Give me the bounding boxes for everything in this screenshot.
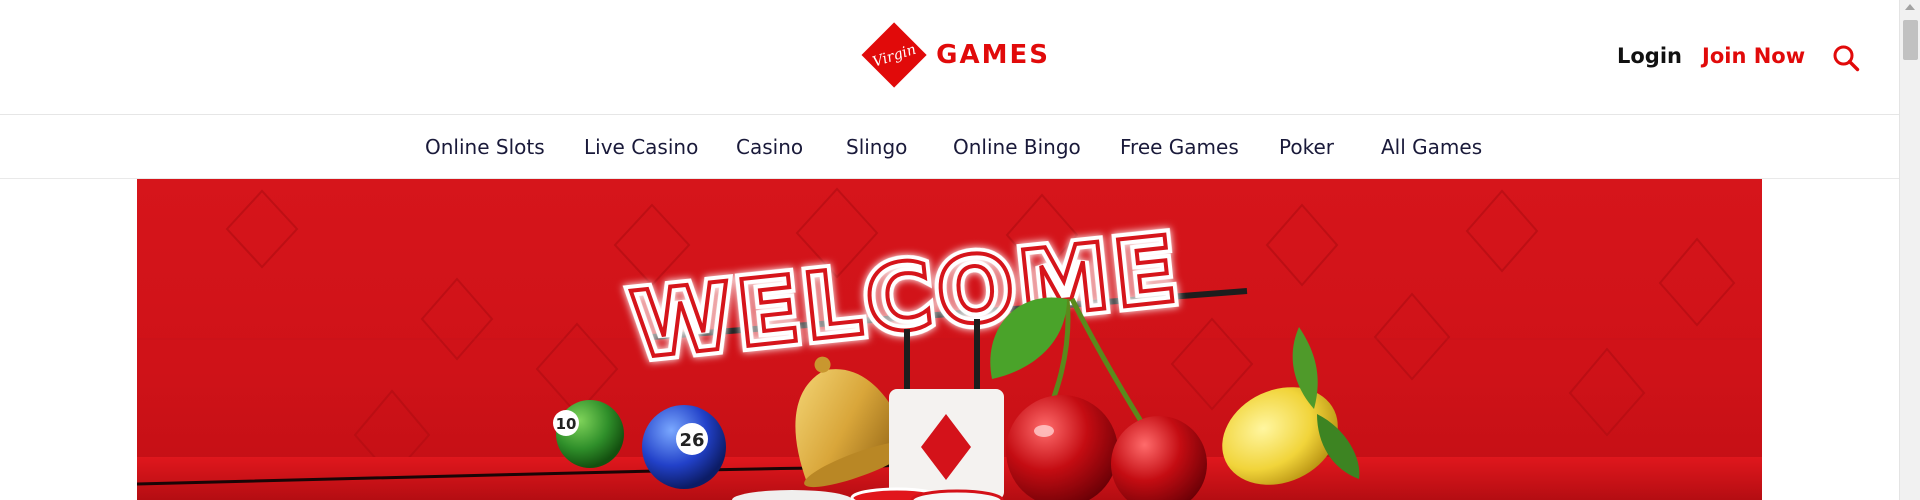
- diamond-card-holder: [889, 389, 1004, 500]
- join-now-link[interactable]: Join Now: [1702, 44, 1805, 68]
- scroll-up-arrow-icon[interactable]: [1905, 4, 1915, 10]
- logo-games-text: GAMES: [936, 40, 1050, 70]
- nav-item-live-casino[interactable]: Live Casino: [584, 135, 698, 159]
- main-nav: Online Slots Live Casino Casino Slingo O…: [0, 115, 1899, 179]
- search-icon[interactable]: [1832, 44, 1860, 72]
- scrollbar-thumb[interactable]: [1903, 20, 1918, 60]
- login-link[interactable]: Login: [1617, 44, 1682, 68]
- poker-chips: [732, 487, 1004, 500]
- page: Virgin GAMES Login Join Now Online Slots…: [0, 0, 1920, 500]
- neon-welcome-sign: WELCOME WELCOME: [620, 210, 1248, 399]
- nav-item-online-bingo[interactable]: Online Bingo: [953, 135, 1081, 159]
- svg-text:10: 10: [556, 415, 577, 433]
- bingo-ball-blue: 26: [642, 405, 726, 489]
- nav-item-slingo[interactable]: Slingo: [846, 135, 907, 159]
- page-scrollbar[interactable]: [1899, 0, 1920, 500]
- welcome-hero-banner[interactable]: WELCOME WELCOME 10 26: [137, 179, 1762, 500]
- site-header: Virgin GAMES Login Join Now: [0, 0, 1899, 115]
- virgin-games-logo[interactable]: Virgin GAMES: [860, 10, 1050, 100]
- svg-text:26: 26: [679, 430, 704, 451]
- nav-item-casino[interactable]: Casino: [736, 135, 803, 159]
- nav-item-all-games[interactable]: All Games: [1381, 135, 1482, 159]
- nav-item-poker[interactable]: Poker: [1279, 135, 1334, 159]
- nav-item-free-games[interactable]: Free Games: [1120, 135, 1239, 159]
- nav-item-online-slots[interactable]: Online Slots: [425, 135, 545, 159]
- virgin-logo-icon: Virgin: [861, 22, 927, 88]
- hero-illustration: WELCOME WELCOME 10 26: [137, 187, 1762, 500]
